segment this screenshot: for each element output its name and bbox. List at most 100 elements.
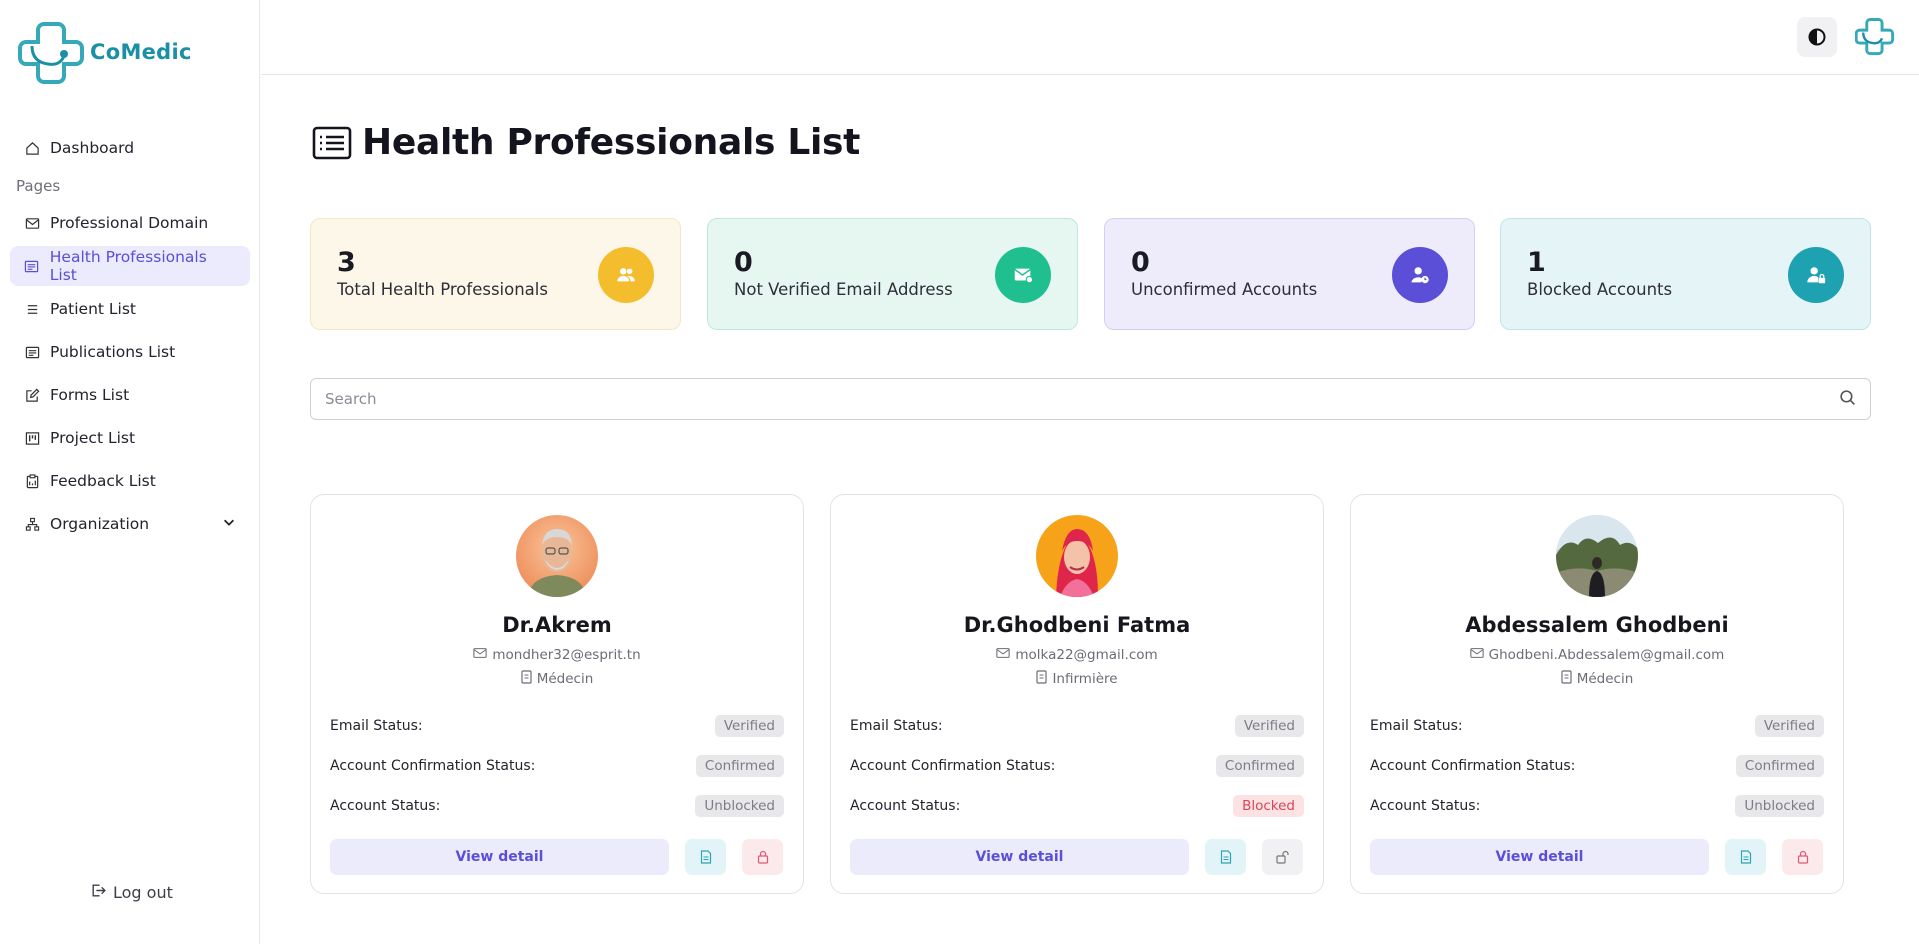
sidebar-item-label: Health Professionals List bbox=[49, 248, 207, 284]
unblock-button[interactable] bbox=[1262, 839, 1303, 875]
status-badge: Confirmed bbox=[1735, 755, 1824, 777]
confirmation-status-label: Account Confirmation Status: bbox=[330, 758, 536, 774]
chevron-down-icon[interactable] bbox=[222, 515, 236, 533]
mail-icon bbox=[24, 215, 40, 231]
sidebar-item-dashboard[interactable]: Dashboard bbox=[10, 128, 250, 168]
edit-icon bbox=[24, 387, 40, 403]
theme-toggle-button[interactable] bbox=[1797, 17, 1837, 57]
confirmation-status-row: Account Confirmation Status: Confirmed bbox=[330, 755, 784, 777]
sidebar-item-label: Project List bbox=[50, 429, 136, 447]
sidebar: CoMedic Dashboard Pages Professional Dom… bbox=[0, 0, 260, 944]
block-button[interactable] bbox=[1782, 839, 1823, 875]
professional-email: molka22@gmail.com bbox=[1015, 647, 1158, 663]
status-badge: Verified bbox=[1234, 715, 1304, 737]
stat-icon-circle bbox=[1788, 247, 1844, 303]
account-status-row: Account Status: Unblocked bbox=[330, 795, 784, 817]
header-logo[interactable] bbox=[1854, 16, 1895, 60]
comedic-logo-icon bbox=[1854, 18, 1895, 56]
card-actions: View detail bbox=[1370, 839, 1824, 875]
email-status-label: Email Status: bbox=[850, 718, 943, 734]
stat-icon-circle bbox=[1392, 247, 1448, 303]
page-title: Health Professionals List bbox=[362, 122, 861, 163]
logout-icon bbox=[90, 882, 107, 903]
sidebar-item-label: Professional Domain bbox=[50, 214, 209, 232]
professional-role-line: Médecin bbox=[311, 670, 803, 688]
lock-icon bbox=[757, 850, 768, 864]
sidebar-item-professional-domain[interactable]: Professional Domain bbox=[10, 203, 250, 243]
email-status-label: Email Status: bbox=[1370, 718, 1463, 734]
block-button[interactable] bbox=[742, 839, 783, 875]
document-button[interactable] bbox=[1205, 839, 1246, 875]
badge-id-icon bbox=[1036, 670, 1048, 688]
view-detail-button[interactable]: View detail bbox=[1370, 839, 1709, 875]
organization-icon bbox=[24, 516, 40, 532]
stat-card-blocked-accounts: 1 Blocked Accounts bbox=[1500, 218, 1871, 330]
professional-card: Abdessalem Ghodbeni Ghodbeni.Abdessalem@… bbox=[1350, 494, 1844, 894]
sidebar-item-publications-list[interactable]: Publications List bbox=[10, 332, 250, 372]
confirmation-status-label: Account Confirmation Status: bbox=[850, 758, 1056, 774]
card-actions: View detail bbox=[330, 839, 784, 875]
search-input[interactable] bbox=[325, 390, 1839, 408]
status-badge: Confirmed bbox=[695, 755, 784, 777]
sidebar-item-health-professionals-list[interactable]: Health Professionals List bbox=[10, 246, 250, 286]
app-name: CoMedic bbox=[90, 40, 192, 64]
sidebar-nav: Dashboard Pages Professional Domain Heal… bbox=[10, 128, 250, 547]
mail-icon bbox=[996, 647, 1010, 663]
clipboard-icon bbox=[24, 473, 40, 489]
badge-id-icon bbox=[1561, 670, 1572, 688]
sidebar-item-forms-list[interactable]: Forms List bbox=[10, 375, 250, 415]
search-icon[interactable] bbox=[1839, 389, 1856, 410]
sidebar-item-patient-list[interactable]: Patient List bbox=[10, 289, 250, 329]
contrast-icon bbox=[1808, 28, 1826, 46]
badge-id-icon bbox=[521, 670, 532, 688]
users-icon bbox=[617, 268, 635, 282]
view-detail-button[interactable]: View detail bbox=[330, 839, 669, 875]
document-icon bbox=[700, 850, 711, 864]
confirmation-status-row: Account Confirmation Status: Confirmed bbox=[1370, 755, 1824, 777]
stat-card-unconfirmed-accounts: 0 Unconfirmed Accounts bbox=[1104, 218, 1475, 330]
card-actions: View detail bbox=[850, 839, 1304, 875]
user-clock-icon bbox=[1411, 267, 1429, 284]
document-icon bbox=[1220, 850, 1231, 864]
email-status-row: Email Status: Verified bbox=[850, 715, 1304, 737]
sidebar-section-label: Pages bbox=[16, 177, 61, 195]
page-title-area: Health Professionals List bbox=[312, 122, 860, 163]
avatar bbox=[516, 515, 598, 597]
avatar bbox=[1556, 515, 1638, 597]
document-button[interactable] bbox=[685, 839, 726, 875]
account-status-label: Account Status: bbox=[850, 798, 961, 814]
professional-role: Infirmière bbox=[1052, 671, 1118, 687]
professional-card: Dr.Akrem mondher32@esprit.tn Médecin Ema… bbox=[310, 494, 804, 894]
account-status-row: Account Status: Unblocked bbox=[1370, 795, 1824, 817]
email-status-row: Email Status: Verified bbox=[330, 715, 784, 737]
confirmation-status-label: Account Confirmation Status: bbox=[1370, 758, 1576, 774]
document-button[interactable] bbox=[1725, 839, 1766, 875]
unlock-icon bbox=[1276, 850, 1289, 864]
sidebar-item-project-list[interactable]: Project List bbox=[10, 418, 250, 458]
top-header bbox=[261, 0, 1919, 75]
professional-email: mondher32@esprit.tn bbox=[492, 647, 641, 663]
sidebar-item-feedback-list[interactable]: Feedback List bbox=[10, 461, 250, 501]
app-logo[interactable]: CoMedic bbox=[18, 18, 192, 86]
email-status-row: Email Status: Verified bbox=[1370, 715, 1824, 737]
professional-role: Médecin bbox=[1576, 671, 1634, 687]
account-status-label: Account Status: bbox=[330, 798, 441, 814]
document-icon bbox=[1740, 850, 1751, 864]
list-icon bbox=[312, 126, 352, 159]
view-detail-button[interactable]: View detail bbox=[850, 839, 1189, 875]
professional-email-line: mondher32@esprit.tn bbox=[311, 647, 803, 663]
status-badge: Verified bbox=[1754, 715, 1824, 737]
stat-icon-circle bbox=[598, 247, 654, 303]
sidebar-item-label: Dashboard bbox=[50, 139, 135, 157]
stat-card-not-verified-email: 0 Not Verified Email Address bbox=[707, 218, 1078, 330]
email-status-label: Email Status: bbox=[330, 718, 423, 734]
user-lock-icon bbox=[1807, 267, 1826, 284]
status-badge: Confirmed bbox=[1215, 755, 1304, 777]
kanban-icon bbox=[24, 430, 40, 446]
sidebar-item-organization[interactable]: Organization bbox=[10, 504, 250, 544]
status-badge: Unblocked bbox=[695, 795, 784, 817]
logout-button[interactable]: Log out bbox=[90, 882, 173, 903]
avatar bbox=[1036, 515, 1118, 597]
professional-role-line: Infirmière bbox=[831, 670, 1323, 688]
sidebar-item-label: Feedback List bbox=[50, 472, 156, 490]
